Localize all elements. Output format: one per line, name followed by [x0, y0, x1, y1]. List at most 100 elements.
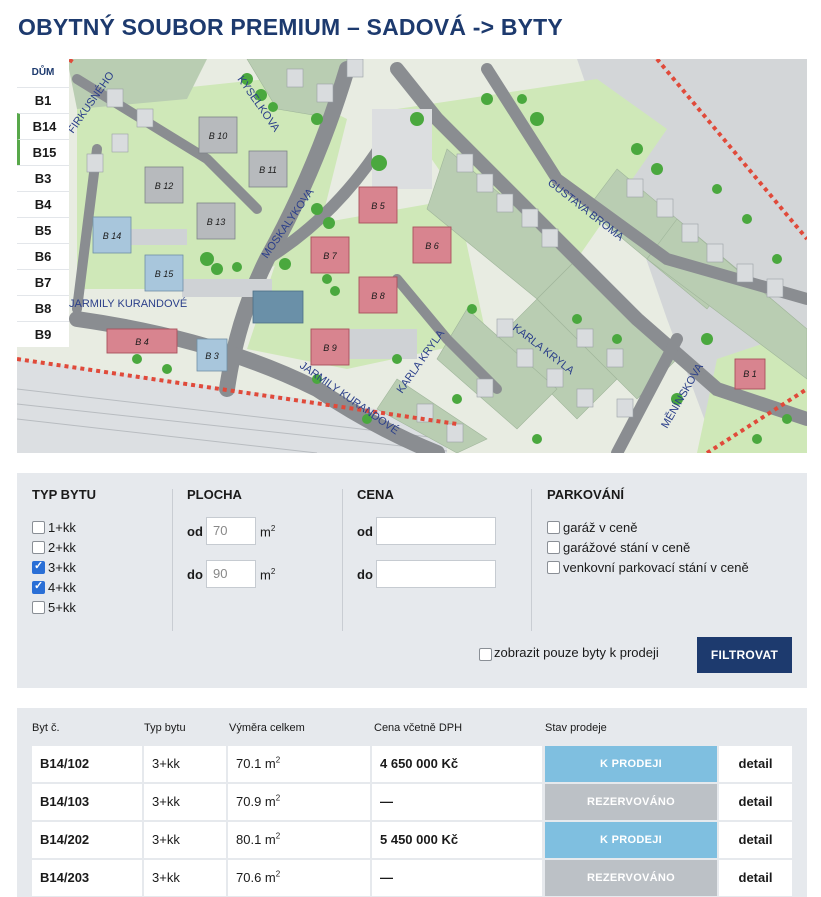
header-total-area: Výměra celkem	[229, 722, 305, 734]
svg-text:JARMILY KURANDOVÉ: JARMILY KURANDOVÉ	[69, 297, 187, 310]
detail-link[interactable]: detail	[719, 822, 792, 858]
only-for-sale-label: zobrazit pouze byty k prodeji	[494, 645, 659, 660]
price-to-label: do	[357, 567, 373, 582]
area-heading: PLOCHA	[187, 487, 242, 502]
header-price: Cena včetně DPH	[374, 722, 463, 734]
parking-label-outdoor: venkovní parkovací stání v ceně	[563, 560, 749, 575]
status-badge[interactable]: K PRODEJI	[545, 746, 717, 782]
detail-link[interactable]: detail	[719, 746, 792, 782]
page-title: OBYTNÝ SOUBOR PREMIUM – SADOVÁ -> BYTY	[18, 14, 563, 40]
type-checkbox-1kk[interactable]	[32, 521, 45, 534]
price-filter: CENA od do	[357, 473, 517, 633]
apartment-area: 70.6 m2	[228, 860, 370, 896]
apartment-number: B14/103	[32, 784, 142, 820]
svg-text:B 8: B 8	[371, 291, 385, 301]
price-from-input[interactable]	[376, 517, 496, 545]
filter-divider	[342, 489, 343, 631]
area-to-input[interactable]: 90	[206, 560, 256, 588]
area-from-unit: m2	[260, 524, 276, 540]
price-to-input[interactable]	[376, 560, 496, 588]
type-label-2kk: 2+kk	[48, 540, 76, 555]
parking-filter: PARKOVÁNÍ garáž v ceně garážové stání v …	[547, 473, 797, 633]
area-to-label: do	[187, 567, 203, 582]
house-item-b8[interactable]: B8	[17, 295, 69, 321]
type-checkbox-5kk[interactable]	[32, 601, 45, 614]
svg-text:B 12: B 12	[155, 181, 174, 191]
house-item-b4[interactable]: B4	[17, 191, 69, 217]
type-label-4kk: 4+kk	[48, 580, 76, 595]
area-from-input[interactable]: 70	[206, 517, 256, 545]
area-to-unit: m2	[260, 567, 276, 583]
area-from-label: od	[187, 524, 203, 539]
apartment-price: 5 450 000 Kč	[372, 822, 542, 858]
table-row: B14/102 3+kk 70.1 m2 4 650 000 Kč K PROD…	[32, 746, 792, 782]
house-item-b3[interactable]: B3	[17, 165, 69, 191]
apartment-type: 3+kk	[144, 784, 226, 820]
type-checkbox-2kk[interactable]	[32, 541, 45, 554]
status-badge[interactable]: K PRODEJI	[545, 822, 717, 858]
site-map[interactable]: B 10 B 11 B 12 B 13 B 14 B 15 B 5 B 6 B 7 B 8 B…	[17, 59, 807, 453]
svg-text:B 1: B 1	[743, 369, 757, 379]
type-checkbox-3kk[interactable]	[32, 559, 45, 574]
area-filter: PLOCHA od 70 m2 do 90 m2	[187, 473, 337, 633]
filter-divider	[531, 489, 532, 631]
table-row: B14/203 3+kk 70.6 m2 — REZERVOVÁNO detai…	[32, 860, 792, 896]
apartment-area: 80.1 m2	[228, 822, 370, 858]
house-item-b7[interactable]: B7	[17, 269, 69, 295]
price-heading: CENA	[357, 487, 394, 502]
parking-label-garage: garáž v ceně	[563, 520, 638, 535]
apartment-price: —	[372, 784, 542, 820]
house-item-b14[interactable]: B14	[17, 113, 69, 139]
house-item-b6[interactable]: B6	[17, 243, 69, 269]
type-label-1kk: 1+kk	[48, 520, 76, 535]
parking-checkbox-garage-stall[interactable]	[547, 541, 560, 554]
apartment-type: 3+kk	[144, 860, 226, 896]
house-item-b15[interactable]: B15	[17, 139, 69, 165]
status-badge[interactable]: REZERVOVÁNO	[545, 784, 717, 820]
svg-text:B 4: B 4	[135, 337, 149, 347]
svg-text:B 3: B 3	[205, 351, 219, 361]
apartment-area: 70.1 m2	[228, 746, 370, 782]
table-row: B14/202 3+kk 80.1 m2 5 450 000 Kč K PROD…	[32, 822, 792, 858]
price-from-label: od	[357, 524, 373, 539]
type-label-5kk: 5+kk	[48, 600, 76, 615]
only-for-sale-checkbox[interactable]	[479, 648, 492, 661]
type-heading: TYP BYTU	[32, 487, 97, 502]
house-list: DŮM B1 B14 B15 B3 B4 B5 B6 B7 B8 B9	[17, 59, 69, 349]
svg-text:B 6: B 6	[425, 241, 439, 251]
svg-text:B 10: B 10	[209, 131, 228, 141]
house-list-header: DŮM	[17, 59, 69, 87]
apartment-number: B14/203	[32, 860, 142, 896]
status-badge[interactable]: REZERVOVÁNO	[545, 860, 717, 896]
detail-link[interactable]: detail	[719, 860, 792, 896]
apartments-table: Byt č. Typ bytu Výměra celkem Cena včetn…	[17, 708, 807, 897]
detail-link[interactable]: detail	[719, 784, 792, 820]
svg-text:B 9: B 9	[323, 343, 337, 353]
site-map-drawing: B 10 B 11 B 12 B 13 B 14 B 15 B 5 B 6 B 7 B 8 B…	[17, 59, 807, 453]
table-row: B14/103 3+kk 70.9 m2 — REZERVOVÁNO detai…	[32, 784, 792, 820]
apartment-type: 3+kk	[144, 822, 226, 858]
house-item-b5[interactable]: B5	[17, 217, 69, 243]
parking-checkbox-garage[interactable]	[547, 521, 560, 534]
svg-text:B 5: B 5	[371, 201, 386, 211]
parking-checkbox-outdoor[interactable]	[547, 561, 560, 574]
parking-label-garage-stall: garážové stání v ceně	[563, 540, 691, 555]
apartment-type: 3+kk	[144, 746, 226, 782]
apartment-price: 4 650 000 Kč	[372, 746, 542, 782]
type-checkbox-4kk[interactable]	[32, 579, 45, 594]
svg-text:B 15: B 15	[155, 269, 175, 279]
house-item-b1[interactable]: B1	[17, 87, 69, 113]
apartment-area: 70.9 m2	[228, 784, 370, 820]
type-filter: TYP BYTU 1+kk 2+kk 3+kk 4+kk 5+kk	[32, 473, 172, 633]
svg-text:B 11: B 11	[259, 165, 277, 175]
filter-panel: TYP BYTU 1+kk 2+kk 3+kk 4+kk 5+kk PLOCHA…	[17, 473, 807, 688]
house-item-b9[interactable]: B9	[17, 321, 69, 347]
filter-button[interactable]: FILTROVAT	[697, 637, 792, 673]
svg-text:B 14: B 14	[103, 231, 122, 241]
apartment-price: —	[372, 860, 542, 896]
parking-heading: PARKOVÁNÍ	[547, 487, 625, 502]
svg-text:B 7: B 7	[323, 251, 338, 261]
svg-text:B 13: B 13	[207, 217, 226, 227]
apartment-number: B14/102	[32, 746, 142, 782]
filter-divider	[172, 489, 173, 631]
